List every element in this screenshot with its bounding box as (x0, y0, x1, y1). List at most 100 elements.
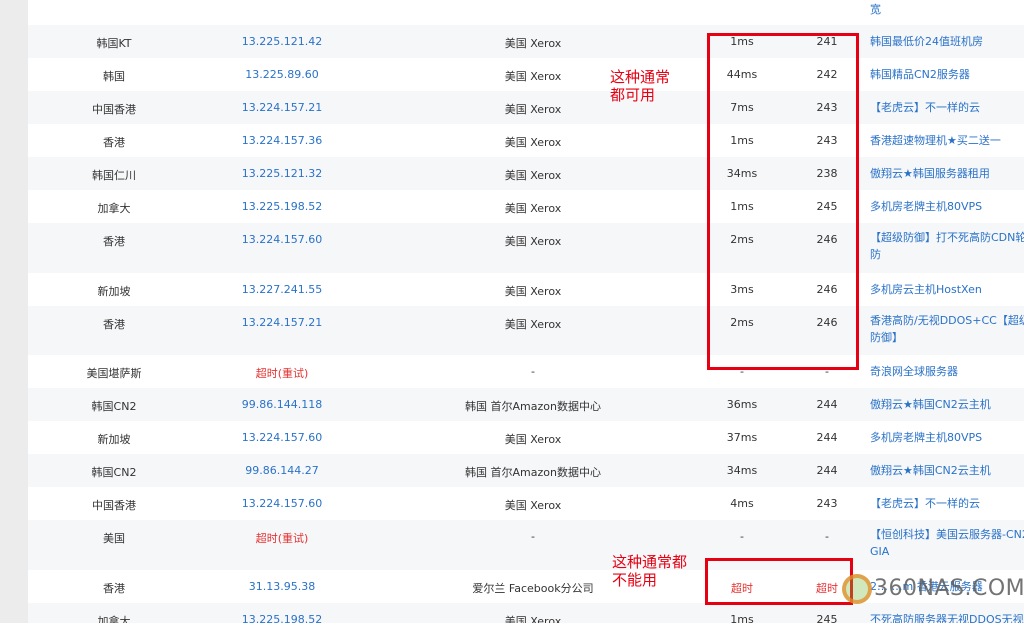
location-cell: 韩国CN2 (91, 400, 137, 413)
ip-link[interactable]: 13.224.157.21 (186, 101, 378, 114)
ad-link[interactable]: 【老虎云】不一样的云 (870, 495, 1024, 512)
watermark: 360NAS.COM (842, 572, 1024, 616)
retry-link[interactable]: (重试) (278, 367, 309, 380)
location-cell: 韩国CN2 (91, 466, 137, 479)
location-cell: 香港 (103, 318, 125, 331)
ip-link[interactable]: 99.86.144.27 (186, 464, 378, 477)
ad-link[interactable]: 奇浪网全球服务器 (870, 363, 1024, 380)
isp-cell: - (531, 365, 535, 378)
ad-link[interactable]: 多机房老牌主机80VPS (870, 198, 1024, 215)
table-row: 新加坡 13.224.157.60 美国 Xerox 37ms 244 多机房老牌主机80… (28, 421, 1024, 454)
isp-cell: 美国 Xerox (504, 37, 562, 50)
isp-cell: 韩国 首尔Amazon数据中心 (465, 466, 601, 479)
location-cell: 美国堪萨斯 (86, 367, 142, 380)
timeout-label: 超时 (255, 532, 278, 545)
location-cell: 香港 (103, 582, 125, 595)
ad-link[interactable]: 傲翔云★韩国CN2云主机 (870, 462, 1024, 479)
isp-cell: 美国 Xerox (504, 433, 562, 446)
ip-link[interactable]: 13.225.89.60 (186, 68, 378, 81)
table-row: 韩国CN2 99.86.144.118 韩国 首尔Amazon数据中心 36ms 244… (28, 388, 1024, 421)
annotation-usable-line1: 这种通常 (610, 68, 671, 86)
response-time-cell: 1ms (730, 613, 754, 623)
ad-link[interactable]: 韩国精品CN2服务器 (870, 66, 1024, 83)
isp-cell: 美国 Xerox (504, 202, 562, 215)
table-row: 香港 13.224.157.36 美国 Xerox 1ms 243 香港超速物理机★买二送… (28, 124, 1024, 157)
location-cell: 中国香港 (92, 103, 136, 116)
annotation-unusable-line2: 不能用 (612, 571, 658, 589)
location-cell: 韩国KT (96, 37, 132, 50)
watermark-logo-icon (842, 574, 872, 604)
ip-link[interactable]: 31.13.95.38 (186, 580, 378, 593)
ttl-cell: - (825, 530, 829, 543)
isp-cell: 美国 Xerox (504, 318, 562, 331)
ip-link[interactable]: 13.224.157.36 (186, 134, 378, 147)
ad-link[interactable]: 傲翔云★韩国CN2云主机 (870, 396, 1024, 413)
ip-link[interactable]: 13.224.157.60 (186, 497, 378, 510)
table-row: 韩国CN2 99.86.144.27 韩国 首尔Amazon数据中心 34ms 244 傲… (28, 454, 1024, 487)
isp-cell: 美国 Xerox (504, 285, 562, 298)
table-row: 新加坡 13.227.241.55 美国 Xerox 3ms 246 多机房云主机Host… (28, 273, 1024, 306)
ip-link[interactable]: 13.224.157.21 (186, 316, 378, 329)
ad-link-tail[interactable]: 宽 (870, 1, 881, 17)
response-time-cell: 36ms (726, 398, 758, 411)
ip-link[interactable]: 99.86.144.118 (186, 398, 378, 411)
table-row: 美国 超时(重试) - - - 【恒创科技】美国云服务器-CN2 GIA (28, 520, 1024, 570)
ip-link[interactable]: 13.227.241.55 (186, 283, 378, 296)
ad-link[interactable]: 香港高防/无视DDOS+CC【超级防御】 (870, 312, 1024, 346)
table-row: 香港 13.224.157.60 美国 Xerox 2ms 246 【超级防御】打不死高防… (28, 223, 1024, 273)
ad-link[interactable]: 多机房老牌主机80VPS (870, 429, 1024, 446)
highlight-box-unusable (705, 558, 853, 605)
timeout-label: 超时 (255, 367, 278, 380)
ttl-cell: 243 (816, 497, 838, 510)
ad-link[interactable]: 多机房云主机HostXen (870, 281, 1024, 298)
table-row: 韩国KT 13.225.121.42 美国 Xerox 1ms 241 韩国最低价24值班… (28, 25, 1024, 58)
table-row: 韩国仁川 13.225.121.32 美国 Xerox 34ms 238 傲翔云★韩国服务… (28, 157, 1024, 190)
watermark-text: 360NAS.COM (874, 576, 1024, 601)
ip-link[interactable]: 13.224.157.60 (186, 431, 378, 444)
ping-results-table: 宽 韩国KT 13.225.121.42 美国 Xerox 1ms 241 韩国最低价24… (28, 0, 1024, 623)
isp-cell: 美国 Xerox (504, 615, 562, 623)
ip-link[interactable]: 13.225.198.52 (186, 613, 378, 623)
highlight-box-usable (707, 33, 859, 370)
isp-cell: 美国 Xerox (504, 499, 562, 512)
table-row: 加拿大 13.225.198.52 美国 Xerox 1ms 245 多机房老牌主机80V… (28, 190, 1024, 223)
table-row: 中国香港 13.224.157.21 美国 Xerox 7ms 243 【老虎云】不一样的… (28, 91, 1024, 124)
annotation-usable-line2: 都可用 (610, 86, 656, 104)
table-row: 韩国 13.225.89.60 美国 Xerox 44ms 242 韩国精品CN2服务器 (28, 58, 1024, 91)
isp-cell: - (531, 530, 535, 543)
retry-link[interactable]: (重试) (278, 532, 309, 545)
ad-link[interactable]: 傲翔云★韩国服务器租用 (870, 165, 1024, 182)
location-cell: 加拿大 (97, 202, 131, 215)
ip-link[interactable]: 13.224.157.60 (186, 233, 378, 246)
ttl-cell: 244 (816, 464, 838, 477)
ip-link[interactable]: 13.225.121.42 (186, 35, 378, 48)
ip-cell: 超时(重试) (186, 530, 378, 546)
ad-link[interactable]: 【老虎云】不一样的云 (870, 99, 1024, 116)
location-cell: 中国香港 (92, 499, 136, 512)
ad-link[interactable]: 【超级防御】打不死高防CDN轮防 (870, 229, 1024, 263)
table-row: 美国堪萨斯 超时(重试) - - - 奇浪网全球服务器 (28, 355, 1024, 388)
isp-cell: 美国 Xerox (504, 235, 562, 248)
response-time-cell: 37ms (726, 431, 758, 444)
ttl-cell: 244 (816, 398, 838, 411)
ip-cell: 超时(重试) (186, 365, 378, 381)
ad-link[interactable]: 韩国最低价24值班机房 (870, 33, 1024, 50)
isp-cell: 美国 Xerox (504, 169, 562, 182)
location-cell: 加拿大 (97, 615, 131, 623)
ad-link[interactable]: 香港超速物理机★买二送一 (870, 132, 1024, 149)
table-row: 中国香港 13.224.157.60 美国 Xerox 4ms 243 【老虎云】不一样的… (28, 487, 1024, 520)
location-cell: 美国 (103, 532, 125, 545)
table-row: 香港 13.224.157.21 美国 Xerox 2ms 246 香港高防/无视DDOS… (28, 306, 1024, 355)
location-cell: 韩国 (103, 70, 125, 83)
response-time-cell: 4ms (730, 497, 754, 510)
ip-link[interactable]: 13.225.121.32 (186, 167, 378, 180)
isp-cell: 美国 Xerox (504, 136, 562, 149)
isp-cell: 韩国 首尔Amazon数据中心 (465, 400, 601, 413)
location-cell: 韩国仁川 (92, 169, 136, 182)
location-cell: 香港 (103, 235, 125, 248)
ad-link[interactable]: 【恒创科技】美国云服务器-CN2 GIA (870, 526, 1024, 560)
location-cell: 新加坡 (97, 285, 131, 298)
location-cell: 香港 (103, 136, 125, 149)
ip-link[interactable]: 13.225.198.52 (186, 200, 378, 213)
annotation-unusable: 这种通常都 不能用 (612, 553, 687, 589)
